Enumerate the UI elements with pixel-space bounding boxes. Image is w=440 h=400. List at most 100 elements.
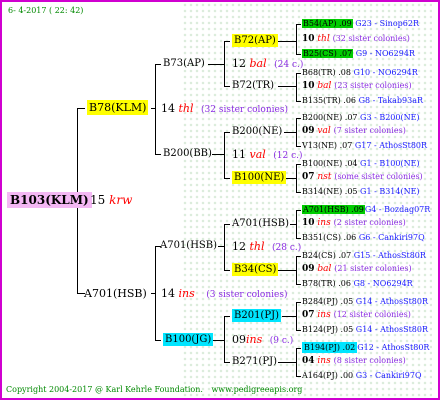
generation-word: thl bbox=[178, 102, 194, 115]
line bbox=[296, 302, 301, 303]
sister-colonies: (2 sister colonies) bbox=[333, 218, 406, 227]
line bbox=[224, 224, 230, 225]
generation-word: bal bbox=[249, 57, 267, 70]
line bbox=[212, 154, 225, 155]
sister-colonies: (3 sister colonies) bbox=[206, 290, 288, 300]
line bbox=[296, 54, 301, 55]
queen-label: B100(NE) .04 bbox=[302, 159, 358, 168]
queen-reference: G12 - AthosSt80R bbox=[357, 343, 430, 352]
g4-row[interactable]: B194(PJ) .02 G12 - AthosSt80R bbox=[302, 342, 430, 353]
g3-queen-6[interactable]: B201(PJ) bbox=[232, 309, 281, 322]
queen-label: B25(CS) .07 bbox=[302, 49, 354, 58]
g4-row[interactable]: B25(CS) .07 G9 - NO6294R bbox=[302, 49, 415, 58]
generation-word: thl bbox=[249, 240, 265, 253]
sister-colonies: (32 sister colonies) bbox=[332, 34, 410, 43]
queen-reference: G17 - AthosSt80R bbox=[354, 141, 428, 150]
queen-label: B24(CS) .07 bbox=[302, 251, 352, 260]
g4-row: 09 val (7 sister colonies) bbox=[302, 127, 406, 136]
g2-queen-0[interactable]: B73(AP) bbox=[163, 59, 205, 69]
line bbox=[151, 293, 156, 294]
g1-queen-1[interactable]: A701(HSB) bbox=[84, 288, 147, 299]
line bbox=[296, 164, 301, 165]
g3-queen-1[interactable]: B72(TR) bbox=[232, 81, 274, 91]
line bbox=[284, 132, 297, 133]
queen-label: B194(PJ) .02 bbox=[302, 342, 358, 353]
line bbox=[296, 146, 301, 147]
queen-label: V13(NE) .07 bbox=[302, 141, 353, 150]
generation-number: 10 bbox=[302, 34, 315, 44]
g4-row[interactable]: B200(NE) .07 G3 - B200(NE) bbox=[302, 114, 420, 122]
g4-row: 07 nst (some sister colonies) bbox=[302, 173, 423, 182]
dotted-background bbox=[182, 2, 432, 398]
g1-bracket-top bbox=[155, 64, 156, 155]
line bbox=[296, 192, 301, 193]
queen-label: B271(PJ) bbox=[232, 356, 277, 367]
copyright-label: Copyright 2004-2017 @ Karl Kehrle Founda… bbox=[6, 385, 203, 394]
generation-word: nst bbox=[317, 172, 332, 182]
line bbox=[278, 86, 297, 87]
generation-word: ins bbox=[317, 218, 331, 228]
line bbox=[151, 108, 156, 109]
queen-label: B73(AP) bbox=[163, 58, 205, 69]
queen-label: A701(HSB) bbox=[160, 240, 218, 251]
generation-number: 09 bbox=[232, 333, 246, 346]
queen-label: B201(PJ) bbox=[232, 309, 281, 322]
generation-word: bal bbox=[317, 81, 332, 91]
g3-queen-2[interactable]: B200(NE) bbox=[232, 127, 282, 137]
generation-number: 09 bbox=[302, 264, 315, 274]
g1-queen-0[interactable]: B78(KLM) bbox=[87, 100, 149, 115]
generation-word: val bbox=[249, 148, 266, 161]
g1-generation-0: 14 thl (32 sister colonies) bbox=[161, 103, 288, 115]
queen-reference: G10 - NO6294R bbox=[353, 68, 418, 77]
line bbox=[282, 316, 297, 317]
sister-colonies: (12 sister colonies) bbox=[333, 310, 411, 319]
root-queen-label: B103(KLM) bbox=[7, 192, 92, 208]
queen-label: B72(TR) bbox=[232, 80, 275, 91]
g4-row: 09 bal (21 sister colonies) bbox=[302, 265, 412, 274]
generation-number: 07 bbox=[302, 172, 315, 182]
g3-queen-7[interactable]: B271(PJ) bbox=[232, 357, 277, 367]
g2-queen-1[interactable]: B200(BB) bbox=[163, 149, 212, 159]
g4-row[interactable]: B314(NE) .05 G1 - B314(NE) bbox=[302, 188, 420, 196]
g2-generation-2: 12 thl (28 c.) bbox=[232, 241, 301, 253]
g4-row[interactable]: A164(PJ) .00 G3 - Cankiri97Q bbox=[302, 372, 422, 380]
sister-colonies: (7 sister colonies) bbox=[333, 126, 406, 135]
queen-label: B78(KLM) bbox=[87, 100, 149, 115]
g2-generation-3: 09ins (9 c.) bbox=[232, 334, 293, 346]
g4-row[interactable]: B351(CS) .06 G6 - Cankiri97Q bbox=[302, 234, 425, 242]
generation-number: 07 bbox=[302, 310, 315, 320]
generation-number: 11 bbox=[232, 148, 246, 161]
g4-row[interactable]: B24(CS) .07 G15 - AthosSt80R bbox=[302, 252, 426, 260]
website-link[interactable]: www.pedigreeapis.org bbox=[211, 385, 302, 394]
line bbox=[155, 64, 161, 65]
g3-queen-5[interactable]: B34(CS) bbox=[232, 263, 279, 276]
root-queen[interactable]: B103(KLM) bbox=[7, 192, 92, 208]
g3-queen-0[interactable]: B72(AP) bbox=[232, 34, 278, 47]
sister-colonies: (8 sister colonies) bbox=[333, 356, 406, 365]
generation-word: thl bbox=[317, 34, 330, 44]
generation-word: krw bbox=[109, 193, 133, 207]
generation-word: ins bbox=[246, 333, 263, 346]
g4-row[interactable]: B54(AP) .09 G23 - Sinop62R bbox=[302, 19, 419, 28]
g4-row[interactable]: B284(PJ) .05 G14 - AthosSt80R bbox=[302, 298, 428, 306]
g4-row[interactable]: B100(NE) .04 G1 - B100(NE) bbox=[302, 160, 420, 168]
g2-queen-2[interactable]: A701(HSB) bbox=[160, 241, 217, 251]
queen-reference: G8 - Takab93aR bbox=[358, 96, 424, 105]
g3-queen-4[interactable]: A701(HSB) bbox=[232, 219, 289, 229]
generation-number: 10 bbox=[302, 81, 315, 91]
g4-row[interactable]: B124(PJ) .05 G14 - AthosSt80R bbox=[302, 326, 428, 334]
g4-row[interactable]: B68(TR) .08 G10 - NO6294R bbox=[302, 69, 418, 77]
g4-row[interactable]: A701(HSB) .09G4 - Bozdag07R bbox=[302, 205, 430, 214]
g4-row[interactable]: B78(TR) .06 G8 - NO6294R bbox=[302, 280, 413, 288]
g4-row: 10 bal (23 sister colonies) bbox=[302, 82, 412, 91]
root-generation: 15 krw bbox=[90, 194, 132, 206]
queen-label: B200(BB) bbox=[163, 148, 212, 159]
queen-reference: G15 - AthosSt80R bbox=[353, 251, 426, 260]
line bbox=[224, 316, 230, 317]
line bbox=[224, 270, 230, 271]
g4-row[interactable]: V13(NE) .07 G17 - AthosSt80R bbox=[302, 142, 427, 150]
line bbox=[296, 348, 301, 349]
g4-row[interactable]: B135(TR) .06 G8 - Takab93aR bbox=[302, 97, 423, 105]
g3-queen-3[interactable]: B100(NE) bbox=[232, 171, 287, 184]
g2-queen-3[interactable]: B100(JG) bbox=[163, 333, 214, 346]
